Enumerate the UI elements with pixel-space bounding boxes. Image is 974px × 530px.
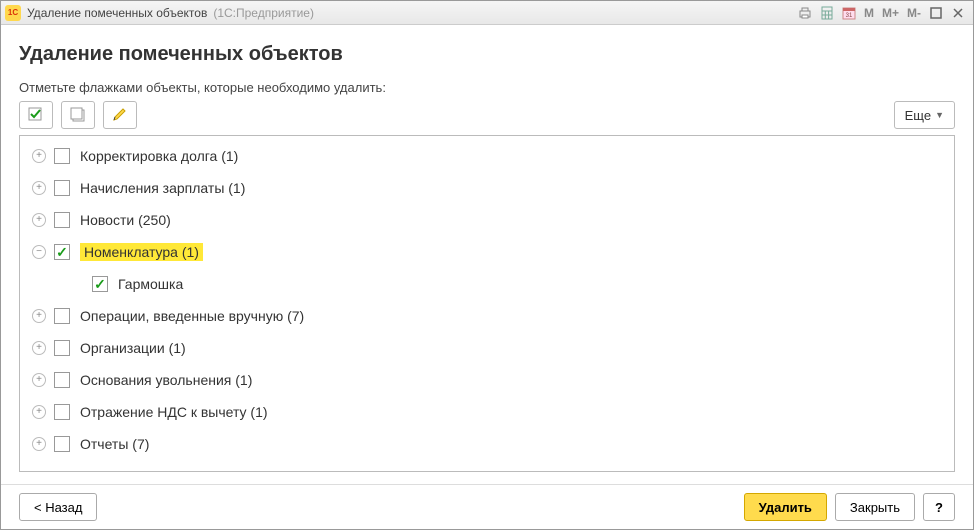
collapse-icon[interactable]: − bbox=[32, 245, 46, 259]
tree-row[interactable]: + Начисления зарплаты (1) bbox=[20, 172, 954, 204]
edit-button[interactable] bbox=[103, 101, 137, 129]
tree-label: Основания увольнения (1) bbox=[80, 372, 252, 388]
tree-checkbox[interactable] bbox=[54, 436, 70, 452]
expand-icon[interactable]: + bbox=[32, 405, 46, 419]
tree-label: Новости (250) bbox=[80, 212, 171, 228]
help-button[interactable]: ? bbox=[923, 493, 955, 521]
tree-row[interactable]: + Операции, введенные вручную (7) bbox=[20, 300, 954, 332]
tree-row[interactable]: + Корректировка долга (1) bbox=[20, 140, 954, 172]
chevron-down-icon: ▼ bbox=[935, 110, 944, 120]
titlebar: 1C Удаление помеченных объектов (1С:Пред… bbox=[1, 1, 973, 25]
tree-row[interactable]: − Номенклатура (1) bbox=[20, 236, 954, 268]
tree-label: Операции, введенные вручную (7) bbox=[80, 308, 304, 324]
check-all-button[interactable] bbox=[19, 101, 53, 129]
close-button[interactable]: Закрыть bbox=[835, 493, 915, 521]
tree-checkbox[interactable] bbox=[92, 276, 108, 292]
print-icon[interactable] bbox=[794, 4, 816, 22]
close-icon[interactable] bbox=[947, 4, 969, 22]
uncheck-all-button[interactable] bbox=[61, 101, 95, 129]
tree-checkbox[interactable] bbox=[54, 372, 70, 388]
calendar-icon[interactable]: 31 bbox=[838, 4, 860, 22]
expand-icon[interactable]: + bbox=[32, 341, 46, 355]
object-tree[interactable]: + Корректировка долга (1) + Начисления зарп… bbox=[19, 135, 955, 472]
svg-text:31: 31 bbox=[846, 13, 853, 19]
tree-label: Начисления зарплаты (1) bbox=[80, 180, 245, 196]
instruction-text: Отметьте флажками объекты, которые необх… bbox=[19, 80, 955, 95]
tree-checkbox[interactable] bbox=[54, 148, 70, 164]
footer: < Назад Удалить Закрыть ? bbox=[1, 484, 973, 529]
tree-row[interactable]: Гармошка bbox=[20, 268, 954, 300]
maximize-icon[interactable] bbox=[925, 4, 947, 22]
tree-row[interactable]: + Новости (250) bbox=[20, 204, 954, 236]
tree-row[interactable]: + Основания увольнения (1) bbox=[20, 364, 954, 396]
window-title: Удаление помеченных объектов bbox=[27, 6, 207, 20]
tree-checkbox[interactable] bbox=[54, 180, 70, 196]
more-button[interactable]: Еще ▼ bbox=[894, 101, 955, 129]
expand-icon[interactable]: + bbox=[32, 373, 46, 387]
memory-mplus-button[interactable]: M+ bbox=[878, 6, 903, 20]
tree-checkbox[interactable] bbox=[54, 340, 70, 356]
delete-button[interactable]: Удалить bbox=[744, 493, 827, 521]
expand-icon[interactable]: + bbox=[32, 149, 46, 163]
tree-label: Номенклатура (1) bbox=[80, 243, 203, 261]
memory-mminus-button[interactable]: M- bbox=[903, 6, 925, 20]
tree-label: Корректировка долга (1) bbox=[80, 148, 238, 164]
tree-checkbox[interactable] bbox=[54, 244, 70, 260]
main-window: 1C Удаление помеченных объектов (1С:Пред… bbox=[0, 0, 974, 530]
tree-label: Отражение НДС к вычету (1) bbox=[80, 404, 268, 420]
toolbar: Еще ▼ bbox=[19, 101, 955, 129]
expand-icon[interactable]: + bbox=[32, 437, 46, 451]
window-subtitle: (1С:Предприятие) bbox=[213, 6, 314, 20]
content-area: Удаление помеченных объектов Отметьте фл… bbox=[1, 25, 973, 484]
tree-label: Отчеты (7) bbox=[80, 436, 149, 452]
tree-label: Организации (1) bbox=[80, 340, 186, 356]
page-title: Удаление помеченных объектов bbox=[19, 43, 955, 66]
app-logo: 1C bbox=[5, 5, 21, 21]
tree-checkbox[interactable] bbox=[54, 212, 70, 228]
expand-icon[interactable]: + bbox=[32, 181, 46, 195]
tree-row[interactable]: + Отражение НДС к вычету (1) bbox=[20, 396, 954, 428]
more-label: Еще bbox=[905, 108, 931, 123]
expand-icon[interactable]: + bbox=[32, 213, 46, 227]
tree-checkbox[interactable] bbox=[54, 308, 70, 324]
tree-row[interactable]: + Организации (1) bbox=[20, 332, 954, 364]
tree-row[interactable]: + Отчеты (7) bbox=[20, 428, 954, 460]
expand-icon[interactable]: + bbox=[32, 309, 46, 323]
memory-m-button[interactable]: M bbox=[860, 6, 878, 20]
tree-checkbox[interactable] bbox=[54, 404, 70, 420]
calculator-icon[interactable] bbox=[816, 4, 838, 22]
tree-label: Гармошка bbox=[118, 276, 183, 292]
back-button[interactable]: < Назад bbox=[19, 493, 97, 521]
